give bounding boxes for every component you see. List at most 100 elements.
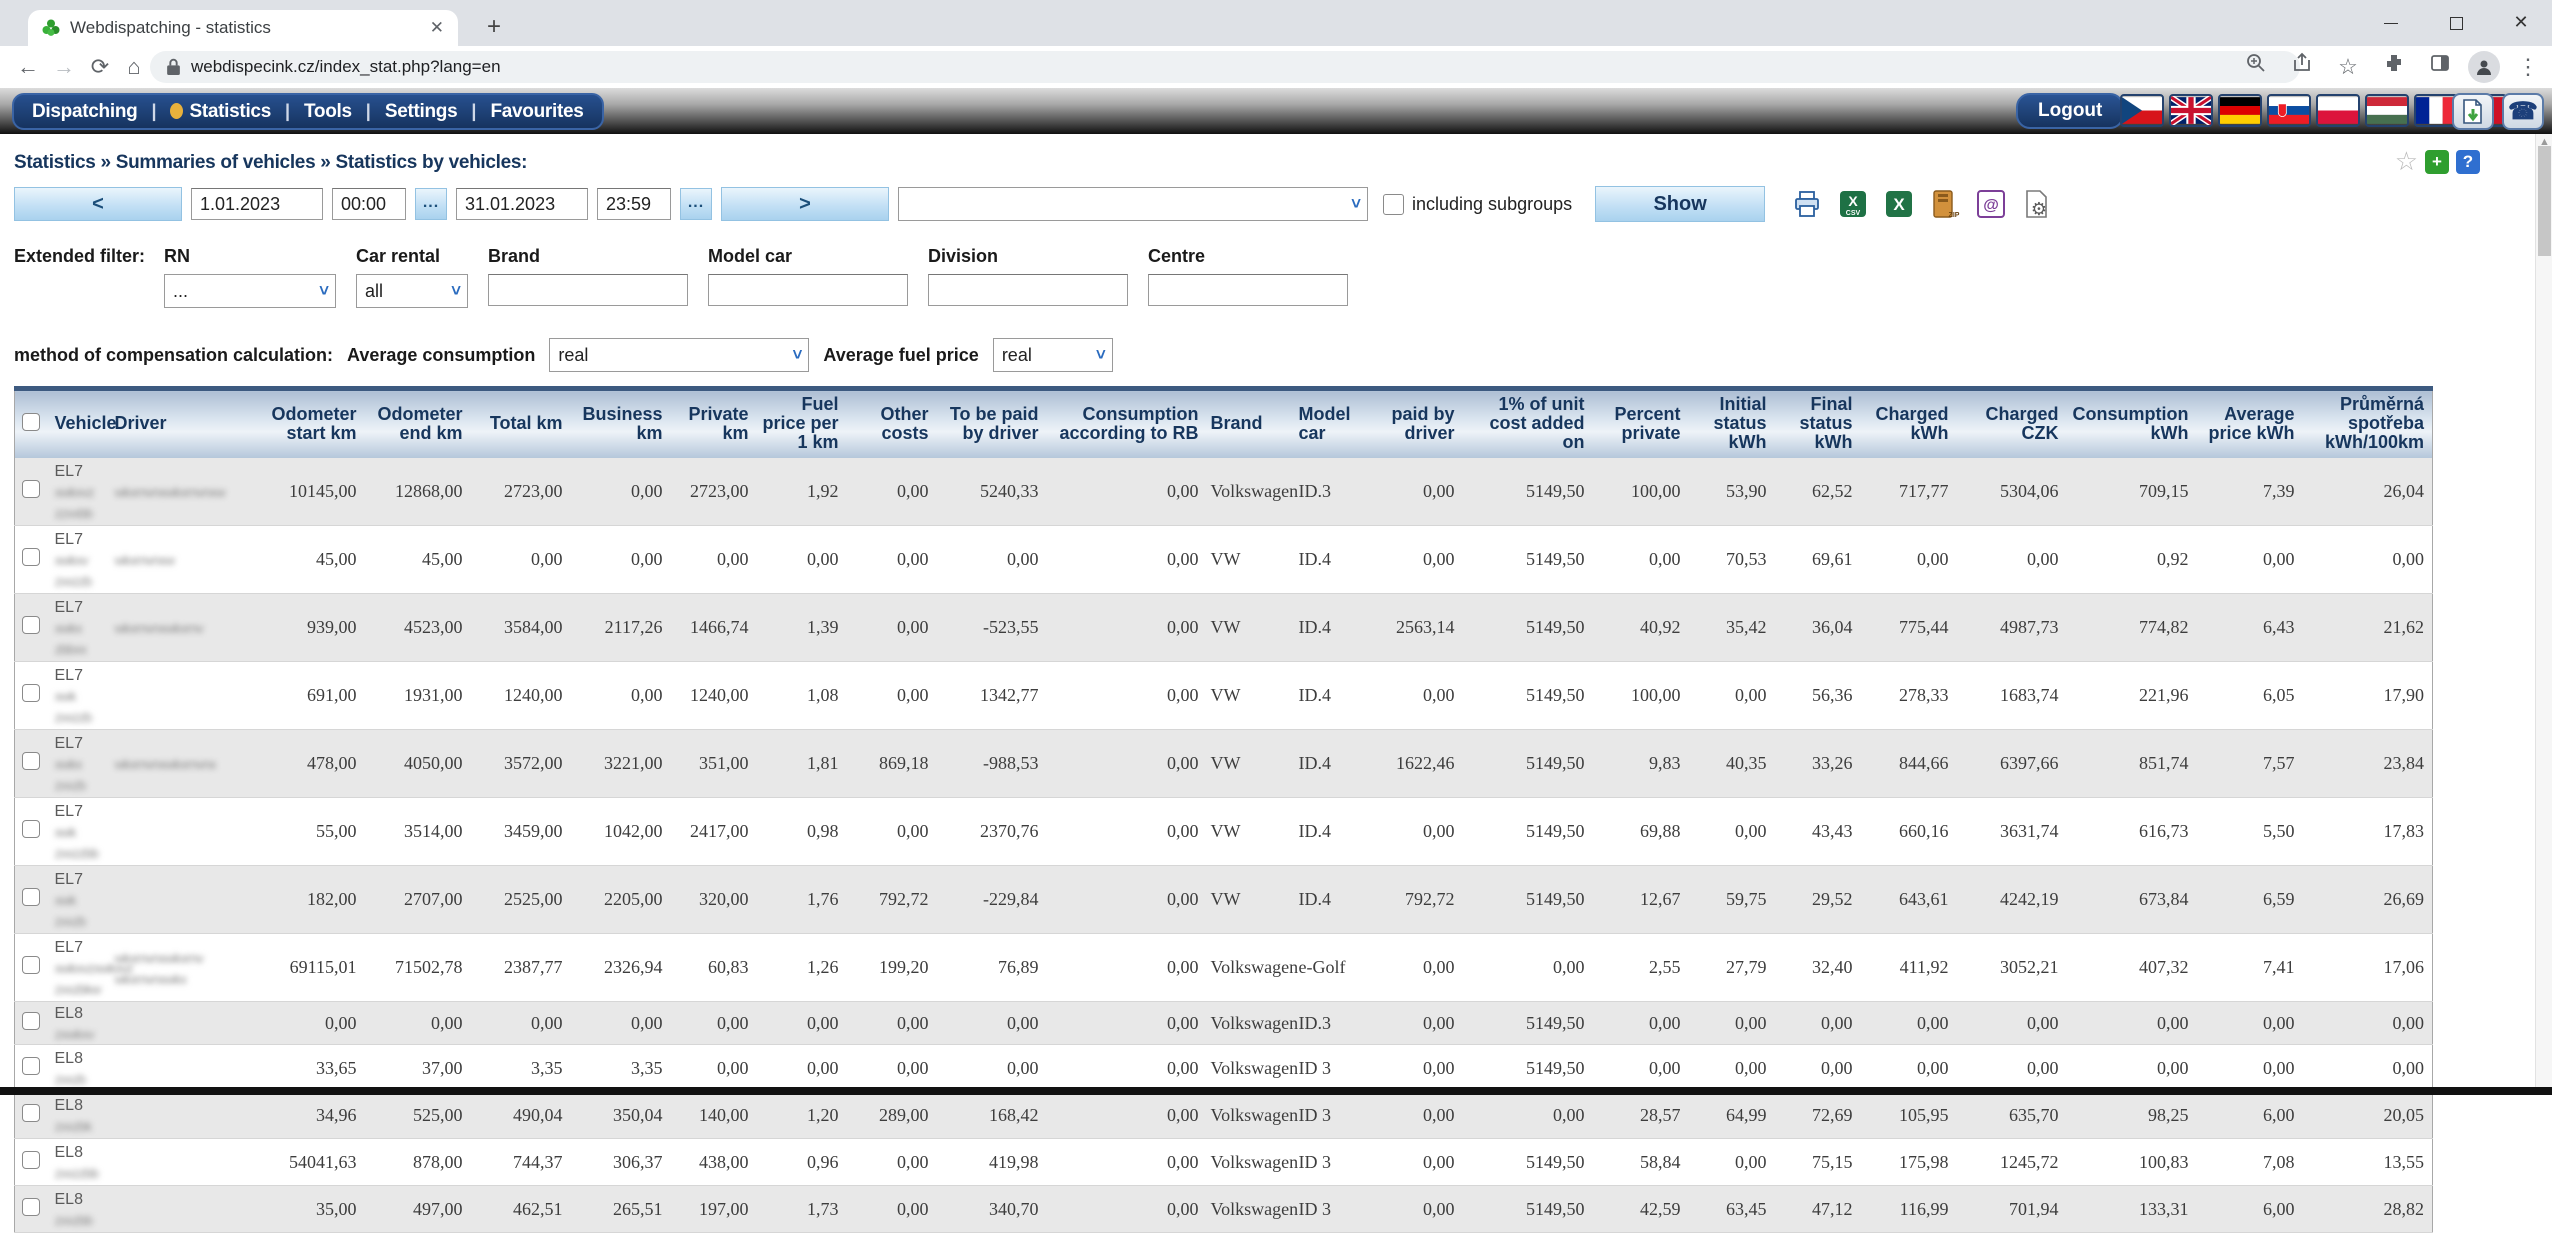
column-header-private-km[interactable]: Private km: [671, 389, 757, 459]
page-scrollbar[interactable]: ▲: [2535, 134, 2552, 1095]
next-period-button[interactable]: >: [721, 187, 889, 221]
column-header-odometer-end-km[interactable]: Odometer end km: [365, 389, 471, 459]
profile-avatar[interactable]: [2468, 51, 2500, 83]
tab-close-icon[interactable]: ✕: [430, 18, 444, 38]
column-header-total-km[interactable]: Total km: [471, 389, 571, 459]
vehicle-cell[interactable]: EL7 xwkxvzxxzzb: [51, 526, 111, 594]
column-header-average-price-kwh[interactable]: Average price kWh: [2197, 389, 2303, 459]
hungarian-flag-icon[interactable]: [2365, 94, 2409, 127]
window-close-button[interactable]: ✕: [2490, 0, 2552, 46]
column-header-consumption-kwh[interactable]: Consumption kWh: [2067, 389, 2197, 459]
column-header-consumption-according-to-rb[interactable]: Consumption according to RB: [1047, 389, 1207, 459]
new-tab-button[interactable]: +: [478, 12, 510, 44]
menu-item-tools[interactable]: Tools: [304, 101, 352, 123]
vehicle-cell[interactable]: EL7 xwkxzbbxx: [51, 594, 111, 662]
favourite-star-icon[interactable]: ☆: [2395, 146, 2418, 177]
row-checkbox[interactable]: [22, 1057, 40, 1075]
column-header-initial-status-kwh[interactable]: Initial status kWh: [1689, 389, 1775, 459]
column-header-model-car[interactable]: Model car: [1295, 389, 1367, 459]
brand-input[interactable]: [488, 274, 688, 306]
avg-consumption-select[interactable]: real ˅: [549, 338, 809, 372]
vehicle-group-select[interactable]: ˅: [898, 187, 1368, 221]
column-header-charged-czk[interactable]: Charged CZK: [1957, 389, 2067, 459]
date-from-input[interactable]: [191, 188, 323, 220]
column-header-1-of-unit-cost-added-on[interactable]: 1% of unit cost added on: [1463, 389, 1593, 459]
menu-item-settings[interactable]: Settings: [385, 101, 458, 123]
vehicle-cell[interactable]: EL8zxxzbb: [51, 1186, 111, 1233]
german-flag-icon[interactable]: [2218, 94, 2262, 127]
row-checkbox[interactable]: [22, 956, 40, 974]
row-checkbox[interactable]: [22, 1198, 40, 1216]
column-header-odometer-start-km[interactable]: Odometer start km: [259, 389, 365, 459]
date-from-picker-button[interactable]: ...: [415, 188, 447, 220]
report-settings-button[interactable]: ⚙: [2020, 187, 2054, 221]
add-favourite-button[interactable]: +: [2425, 150, 2449, 174]
column-header-pr-m-rn-spot-eba-kwh-100km[interactable]: Průměrná spotřeba kWh/100km: [2303, 389, 2433, 459]
english-flag-icon[interactable]: [2169, 94, 2213, 127]
menu-item-dispatching[interactable]: Dispatching: [32, 101, 137, 123]
home-icon[interactable]: ⌂: [116, 49, 152, 85]
division-input[interactable]: [928, 274, 1128, 306]
mobile-phone-button[interactable]: ☎: [2502, 93, 2544, 130]
model-car-input[interactable]: [708, 274, 908, 306]
column-header-charged-kwh[interactable]: Charged kWh: [1861, 389, 1957, 459]
vehicle-cell[interactable]: EL8zxxzbk: [51, 1092, 111, 1139]
car-rental-select[interactable]: all ˅: [356, 274, 468, 308]
vehicle-cell[interactable]: EL8zxxzzbb: [51, 1139, 111, 1186]
centre-input[interactable]: [1148, 274, 1348, 306]
vehicle-cell[interactable]: EL7 xwkxvzxwkxvzzxxzbkw: [51, 934, 111, 1002]
vehicle-cell[interactable]: EL7 xwkzxxzzb: [51, 662, 111, 730]
url-bar[interactable]: webdispecink.cz/index_stat.php?lang=en: [150, 51, 2300, 83]
logout-button[interactable]: Logout: [2016, 93, 2124, 129]
help-button[interactable]: ?: [2456, 150, 2480, 174]
column-header-business-km[interactable]: Business km: [571, 389, 671, 459]
rn-select[interactable]: ... ˅: [164, 274, 336, 308]
column-header-to-be-paid-by-driver[interactable]: To be paid by driver: [937, 389, 1047, 459]
export-csv-button[interactable]: X CSV: [1836, 187, 1870, 221]
column-header-final-status-kwh[interactable]: Final status kWh: [1775, 389, 1861, 459]
row-checkbox[interactable]: [22, 820, 40, 838]
zoom-icon[interactable]: [2238, 49, 2274, 85]
vehicle-cell[interactable]: EL8zxxzb: [51, 1045, 111, 1092]
vehicle-cell[interactable]: EL7 xwkzxxzb: [51, 866, 111, 934]
row-checkbox[interactable]: [22, 1104, 40, 1122]
time-to-input[interactable]: [597, 188, 671, 220]
row-checkbox[interactable]: [22, 480, 40, 498]
slovak-flag-icon[interactable]: [2267, 94, 2311, 127]
show-button[interactable]: Show: [1595, 186, 1765, 222]
browser-tab[interactable]: Webdispatching - statistics ✕: [28, 10, 458, 46]
vehicle-cell[interactable]: EL7 xwkzxxzzbb: [51, 798, 111, 866]
including-subgroups-checkbox[interactable]: [1383, 194, 1404, 215]
czech-flag-icon[interactable]: [2120, 94, 2164, 127]
row-checkbox[interactable]: [22, 888, 40, 906]
column-header-fuel-price-per-1-km[interactable]: Fuel price per 1 km: [757, 389, 847, 459]
scrollbar-thumb[interactable]: [2538, 146, 2551, 256]
date-to-input[interactable]: [456, 188, 588, 220]
window-minimize-button[interactable]: [2360, 0, 2422, 46]
column-header-vehicle[interactable]: Vehicle: [51, 389, 111, 459]
vehicle-cell[interactable]: EL7 xwkxzxxzb: [51, 730, 111, 798]
column-header-percent-private[interactable]: Percent private: [1593, 389, 1689, 459]
row-checkbox[interactable]: [22, 684, 40, 702]
row-checkbox[interactable]: [22, 616, 40, 634]
polish-flag-icon[interactable]: [2316, 94, 2360, 127]
export-zip-button[interactable]: ZIP: [1928, 187, 1962, 221]
row-checkbox[interactable]: [22, 752, 40, 770]
browser-menu-icon[interactable]: ⋮: [2510, 49, 2546, 85]
back-icon[interactable]: ←: [10, 49, 46, 85]
menu-item-favourites[interactable]: Favourites: [490, 101, 583, 123]
row-checkbox[interactable]: [22, 1012, 40, 1030]
reload-icon[interactable]: ⟳: [82, 49, 118, 85]
extensions-puzzle-icon[interactable]: [2376, 49, 2412, 85]
export-page-button[interactable]: [2452, 93, 2494, 130]
column-header-other-costs[interactable]: Other costs: [847, 389, 937, 459]
menu-item-statistics[interactable]: Statistics: [170, 101, 270, 123]
send-email-button[interactable]: @: [1974, 187, 2008, 221]
window-maximize-button[interactable]: [2425, 0, 2487, 46]
row-checkbox[interactable]: [22, 1151, 40, 1169]
vehicle-cell[interactable]: EL7 xwkxvzzzxxbb: [51, 458, 111, 526]
previous-period-button[interactable]: <: [14, 187, 182, 221]
avg-fuel-price-select[interactable]: real ˅: [993, 338, 1113, 372]
column-header-paid-by-driver[interactable]: paid by driver: [1367, 389, 1463, 459]
column-header-driver[interactable]: Driver: [111, 389, 259, 459]
